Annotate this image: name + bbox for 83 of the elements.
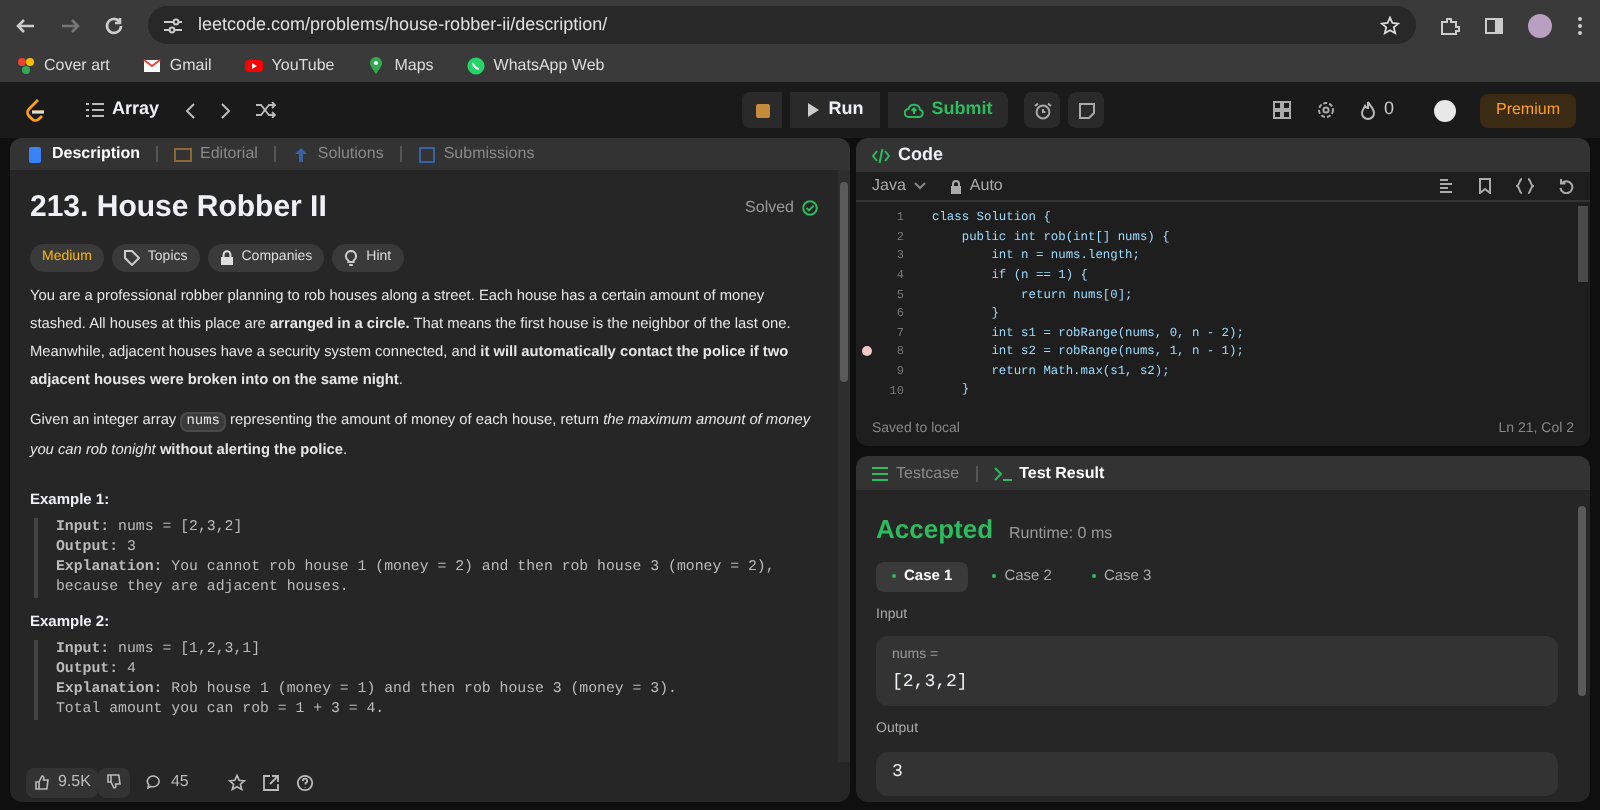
panel-tab[interactable]: Description (26, 142, 141, 166)
thumbs-up-icon (34, 774, 50, 790)
note-icon (1077, 101, 1096, 119)
runtime-text: Runtime: 0 ms (1009, 522, 1113, 546)
streak-counter[interactable]: 0 (1359, 96, 1394, 124)
forward-icon[interactable] (60, 15, 80, 35)
reload-icon[interactable] (104, 15, 124, 35)
bookmark-link[interactable]: WhatsApp Web (465, 54, 605, 78)
user-avatar[interactable] (1433, 99, 1456, 121)
settings-icon[interactable] (1315, 100, 1336, 120)
scrollbar-thumb[interactable] (840, 182, 848, 382)
lock-icon (949, 179, 962, 193)
panel-title: Code (898, 141, 943, 168)
panel-tab[interactable]: Testcase (872, 461, 960, 485)
help-icon[interactable] (296, 773, 315, 791)
lightbulb-icon (344, 249, 359, 265)
panel-tab[interactable]: Submissions (417, 142, 535, 166)
bookmark-icon (465, 56, 486, 76)
chevron-left-icon[interactable] (183, 101, 196, 119)
panel-tab[interactable]: Editorial (174, 142, 258, 166)
profile-avatar[interactable] (1528, 13, 1552, 37)
star-icon[interactable] (228, 773, 247, 791)
input-value: [2,3,2] (892, 670, 970, 696)
share-icon[interactable] (262, 773, 281, 791)
back-icon[interactable] (16, 15, 36, 35)
panel-tab[interactable]: Test Result (993, 461, 1105, 485)
dislike-button[interactable] (98, 767, 131, 797)
bookmark-icon (141, 56, 162, 76)
bookmark-icon[interactable] (1478, 178, 1492, 194)
bookmark-icon (16, 56, 36, 76)
problem-list-button[interactable]: Array (86, 96, 160, 124)
shuffle-icon[interactable] (255, 102, 276, 118)
logo-icon[interactable] (24, 97, 46, 123)
verdict-text: Accepted (876, 512, 994, 548)
flame-icon (1359, 100, 1376, 120)
problem-title: 213. House Robber II (30, 188, 327, 228)
comments-button[interactable]: 45 (146, 770, 189, 794)
timer-button[interactable] (1024, 92, 1061, 128)
menu-icon[interactable] (1576, 15, 1584, 35)
reset-icon[interactable] (1558, 178, 1574, 194)
solved-status: Solved (745, 196, 818, 221)
checklist-icon (872, 465, 888, 481)
caret-icon (913, 182, 926, 190)
terminal-icon (993, 465, 1012, 481)
like-button[interactable]: 9.5K (26, 767, 99, 797)
alarm-icon (1033, 101, 1052, 119)
cloud-upload-icon (903, 102, 924, 118)
run-button[interactable]: Run (790, 92, 880, 128)
check-circle-icon (802, 200, 818, 217)
list-icon (86, 102, 104, 118)
tag-icon (123, 249, 140, 265)
address-bar[interactable]: leetcode.com/problems/house-robber-ii/description/ (148, 6, 1416, 44)
submit-button[interactable]: Submit (887, 92, 1009, 128)
output-value: 3 (892, 759, 903, 786)
star-icon[interactable] (1380, 15, 1400, 35)
debug-button[interactable] (742, 92, 783, 128)
scrollbar-thumb[interactable] (1578, 506, 1586, 696)
chevron-right-icon[interactable] (219, 101, 232, 119)
panel-tab[interactable]: Solutions (291, 142, 384, 166)
bookmark-link[interactable]: Maps (366, 54, 434, 78)
premium-button[interactable]: Premium (1479, 93, 1576, 127)
format-icon[interactable] (1438, 178, 1454, 194)
url-text: leetcode.com/problems/house-robber-ii/description/ (198, 11, 610, 38)
site-info-icon[interactable] (164, 17, 182, 33)
play-icon (806, 102, 821, 118)
code-icon (872, 147, 890, 163)
thumbs-down-icon (106, 774, 123, 790)
document-icon (26, 145, 44, 163)
bookmark-link[interactable]: YouTube (243, 54, 335, 78)
bookmark-icon (243, 56, 264, 76)
lock-icon (219, 249, 234, 265)
side-panel-icon[interactable] (1484, 15, 1504, 35)
bookmark-link[interactable]: Gmail (141, 54, 212, 78)
auto-mode-toggle[interactable]: Auto (949, 174, 1003, 198)
language-dropdown[interactable]: Java (872, 174, 926, 198)
comment-icon (146, 774, 163, 790)
bookmark-link[interactable]: Cover art (16, 54, 110, 78)
notes-button[interactable] (1068, 92, 1105, 128)
extensions-icon[interactable] (1440, 15, 1460, 35)
layout-icon[interactable] (1271, 100, 1292, 120)
bookmark-icon (366, 56, 387, 76)
scrollbar-thumb[interactable] (1578, 206, 1588, 282)
braces-icon[interactable] (1516, 178, 1534, 194)
